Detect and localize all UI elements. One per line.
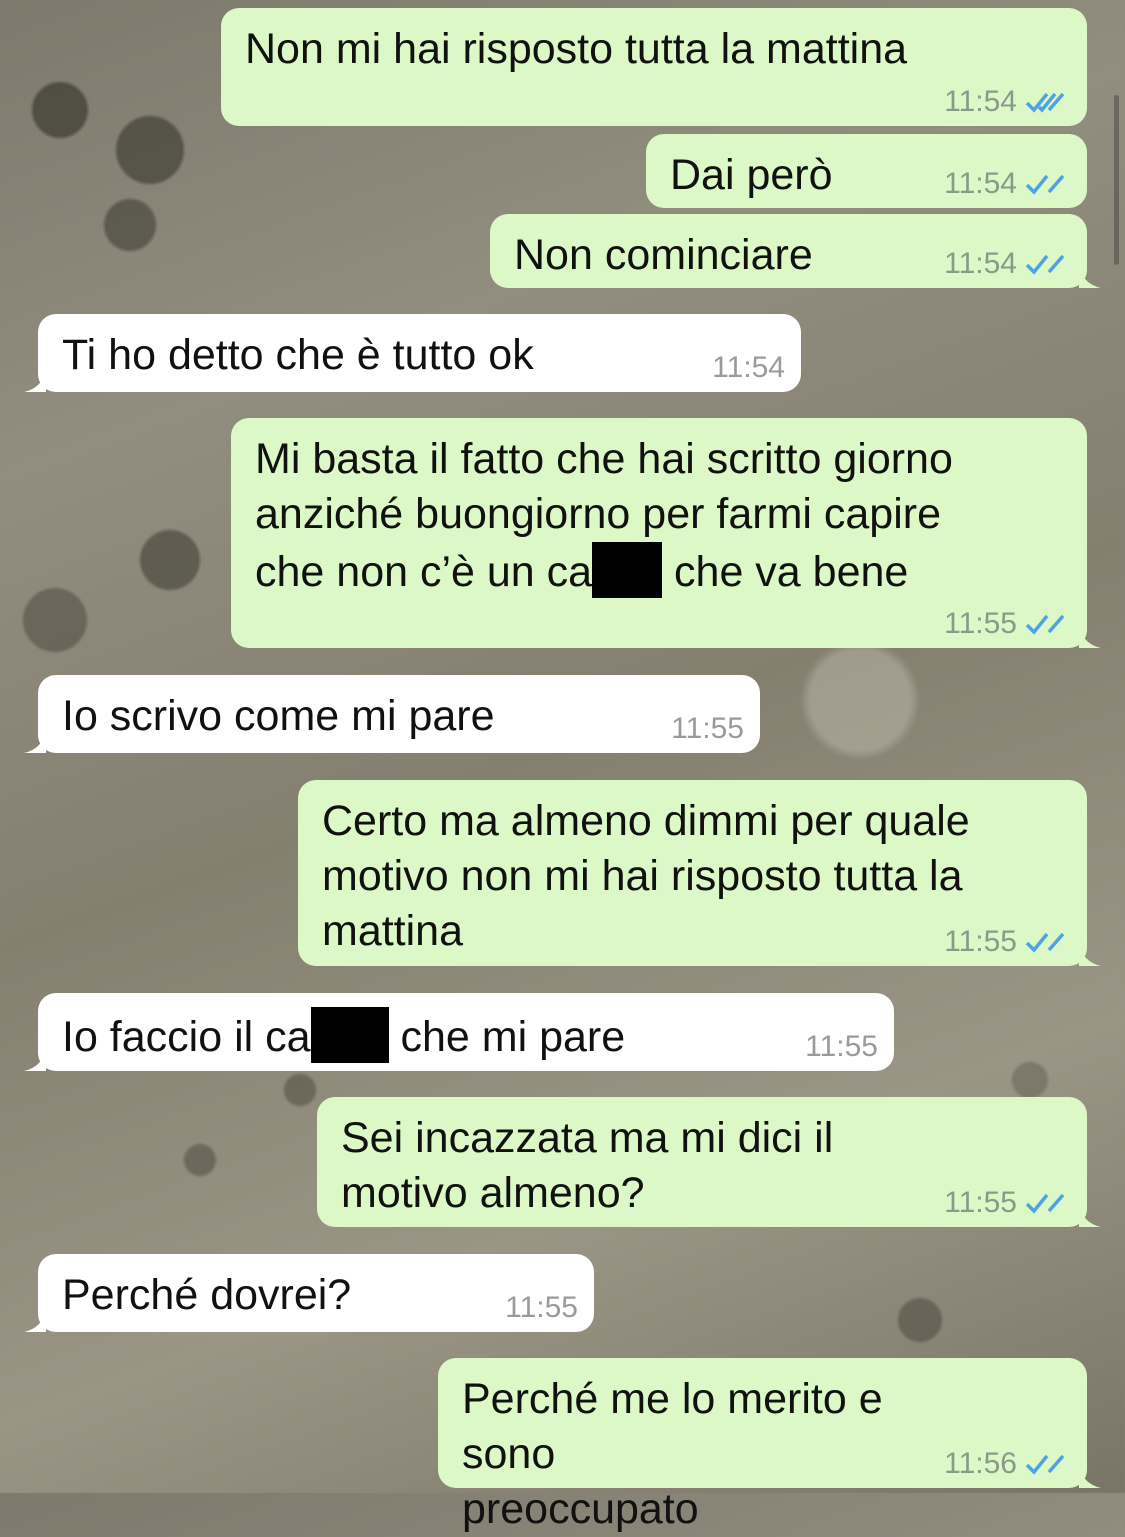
bubble-tail xyxy=(1079,1205,1101,1227)
message-time: 11:54 xyxy=(944,85,1017,118)
message-text: Certo ma almeno dimmi per quale motivo n… xyxy=(322,797,970,955)
bubble-tail xyxy=(24,1049,46,1071)
message-text: Io scrivo come mi pare xyxy=(62,692,495,740)
message-bubble-incoming[interactable]: Perché dovrei? 11:55 xyxy=(24,1254,594,1332)
message-bubble-outgoing[interactable]: Non mi hai risposto tutta la mattina 11:… xyxy=(221,8,1087,126)
bubble-tail xyxy=(1079,266,1101,288)
message-time: 11:55 xyxy=(505,1291,578,1324)
message-text: Dai però xyxy=(670,151,833,199)
message-text-part: Io faccio il ca xyxy=(62,1013,311,1061)
message-text: Perché dovrei? xyxy=(62,1271,352,1319)
message-time: 11:55 xyxy=(944,1186,1017,1219)
message-bubble-outgoing[interactable]: Perché me lo merito e sono preoccupato 1… xyxy=(438,1358,1101,1533)
chat-area[interactable]: Non mi hai risposto tutta la mattina 11:… xyxy=(0,0,1125,1533)
message-text: Non mi hai risposto tutta la mattina xyxy=(245,25,908,73)
double-check-read-icon xyxy=(1025,254,1065,275)
double-check-read-icon xyxy=(1025,92,1065,113)
message-meta: 11:54 xyxy=(944,244,1067,284)
message-meta: 11:55 xyxy=(944,604,1067,644)
message-time: 11:54 xyxy=(944,167,1017,200)
message-text: Ti ho detto che è tutto ok xyxy=(62,331,534,379)
double-check-read-icon xyxy=(1025,174,1065,195)
message-bubble-outgoing[interactable]: Dai però 11:54 xyxy=(646,134,1087,208)
message-text: Mi basta il fatto che hai scritto giorno… xyxy=(255,432,977,600)
message-meta: 11:54 xyxy=(944,82,1067,122)
message-meta: 11:55 xyxy=(505,1288,578,1328)
message-bubble-outgoing[interactable]: Sei incazzata ma mi dici il motivo almen… xyxy=(317,1097,1101,1227)
message-bubble-outgoing[interactable]: Non cominciare 11:54 xyxy=(490,214,1101,288)
bubble-tail xyxy=(1079,1466,1101,1488)
message-time: 11:55 xyxy=(944,607,1017,640)
message-meta: 11:54 xyxy=(944,164,1067,204)
bubble-tail xyxy=(24,370,46,392)
message-bubble-outgoing[interactable]: Certo ma almeno dimmi per quale motivo n… xyxy=(298,780,1101,966)
message-time: 11:54 xyxy=(712,351,785,384)
message-bubble-outgoing[interactable]: Mi basta il fatto che hai scritto giorno… xyxy=(231,418,1101,648)
bubble-tail xyxy=(24,731,46,753)
message-bubble-incoming[interactable]: Ti ho detto che è tutto ok 11:54 xyxy=(24,314,801,392)
message-bubble-incoming[interactable]: Io faccio il ca che mi pare 11:55 xyxy=(24,993,894,1071)
message-time: 11:56 xyxy=(944,1447,1017,1480)
bubble-tail xyxy=(1079,944,1101,966)
message-meta: 11:55 xyxy=(671,709,744,749)
message-meta: 11:55 xyxy=(944,1183,1067,1223)
message-time: 11:54 xyxy=(944,247,1017,280)
message-text-part: che mi pare xyxy=(388,1013,626,1061)
message-time: 11:55 xyxy=(805,1030,878,1063)
message-time: 11:55 xyxy=(944,925,1017,958)
double-check-read-icon xyxy=(1025,932,1065,953)
message-text: Sei incazzata ma mi dici il motivo almen… xyxy=(341,1114,834,1217)
message-meta: 11:54 xyxy=(712,348,785,388)
redaction-box xyxy=(310,1007,389,1063)
message-meta: 11:55 xyxy=(944,922,1067,962)
double-check-read-icon xyxy=(1025,1454,1065,1475)
message-text: Io faccio il ca che mi pare xyxy=(62,1007,794,1065)
message-meta: 11:55 xyxy=(805,1027,878,1067)
double-check-read-icon xyxy=(1025,1193,1065,1214)
message-text-part: che va bene xyxy=(662,548,909,596)
message-text: Perché me lo merito e sono preoccupato xyxy=(462,1375,883,1533)
redaction-box xyxy=(592,542,663,598)
double-check-read-icon xyxy=(1025,614,1065,635)
message-text: Non cominciare xyxy=(514,231,813,279)
message-meta: 11:56 xyxy=(944,1444,1067,1484)
scrollbar[interactable] xyxy=(1114,95,1119,265)
message-time: 11:55 xyxy=(671,712,744,745)
message-bubble-incoming[interactable]: Io scrivo come mi pare 11:55 xyxy=(24,675,760,753)
bubble-tail xyxy=(24,1310,46,1332)
bubble-tail xyxy=(1079,626,1101,648)
